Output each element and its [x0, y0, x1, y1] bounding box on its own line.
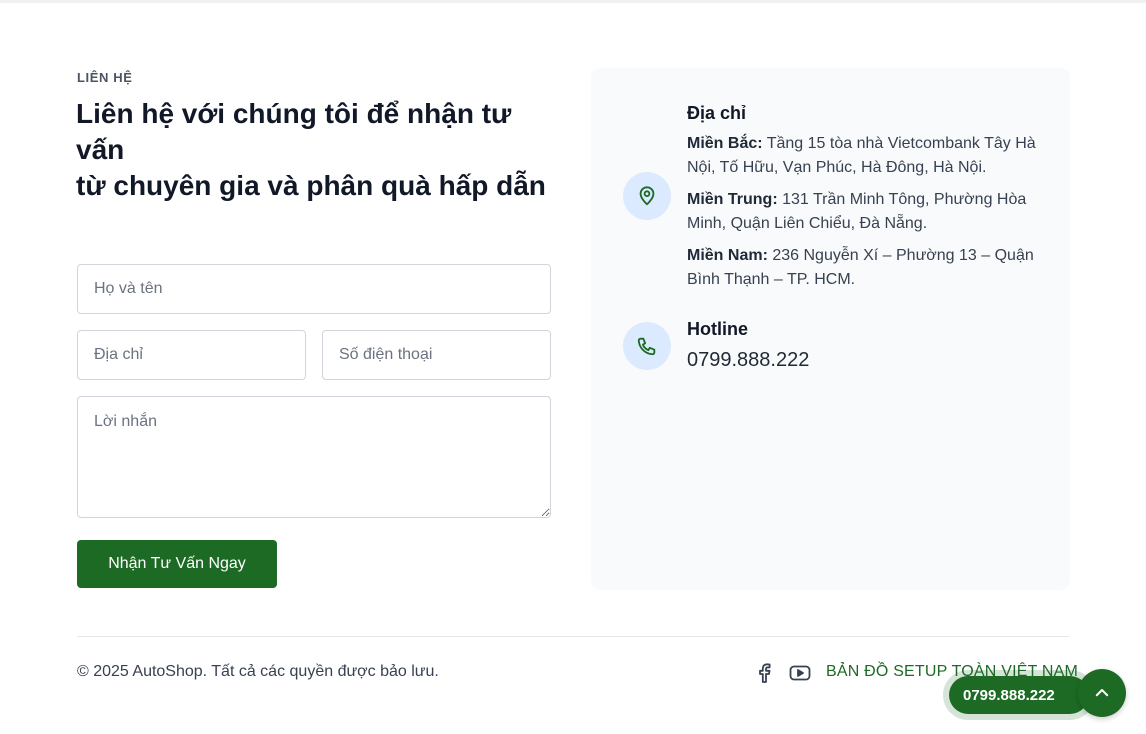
contact-info-panel: Địa chỉ Miền Bắc: Tầng 15 tòa nhà Vietco… — [591, 68, 1070, 590]
copyright-text: © 2025 AutoShop. Tất cả các quyền được b… — [77, 663, 439, 680]
address-title: Địa chỉ — [687, 103, 747, 123]
hotline-number[interactable]: 0799.888.222 — [687, 349, 809, 372]
facebook-link[interactable] — [753, 662, 775, 684]
address-icon-badge — [623, 172, 671, 220]
section-kicker: LIÊN HỆ — [77, 70, 133, 85]
youtube-link[interactable] — [789, 662, 811, 684]
address-region-label: Miền Trung: — [687, 191, 778, 208]
footer-divider — [77, 636, 1069, 637]
section-title: Liên hệ với chúng tôi để nhận tư vấn từ … — [76, 96, 546, 204]
map-pin-icon — [639, 186, 655, 206]
section-title-line-2: từ chuyên gia và phân quà hấp dẫn — [76, 170, 546, 201]
header-bottom-border — [0, 0, 1146, 3]
full-name-input[interactable] — [77, 264, 551, 314]
address-south: Miền Nam: 236 Nguyễn Xí – Phường 13 – Qu… — [687, 244, 1037, 292]
scroll-to-top-button[interactable] — [1078, 669, 1126, 717]
facebook-icon — [759, 663, 771, 683]
phone-icon — [637, 337, 656, 356]
address-input[interactable] — [77, 330, 306, 380]
chevron-up-icon — [1095, 689, 1109, 697]
floating-call-button[interactable]: 0799.888.222 — [949, 676, 1089, 714]
hotline-icon-badge — [623, 322, 671, 370]
youtube-icon — [789, 665, 811, 681]
address-central: Miền Trung: 131 Trần Minh Tông, Phường H… — [687, 188, 1037, 236]
hotline-title: Hotline — [687, 319, 748, 339]
address-north: Miền Bắc: Tầng 15 tòa nhà Vietcombank Tâ… — [687, 132, 1037, 180]
phone-input[interactable] — [322, 330, 551, 380]
submit-consult-button[interactable]: Nhận Tư Vấn Ngay — [77, 540, 277, 588]
address-region-label: Miền Bắc: — [687, 135, 763, 152]
section-title-line-1: Liên hệ với chúng tôi để nhận tư vấn — [76, 98, 512, 165]
message-textarea[interactable] — [77, 396, 551, 518]
address-region-label: Miền Nam: — [687, 247, 768, 264]
